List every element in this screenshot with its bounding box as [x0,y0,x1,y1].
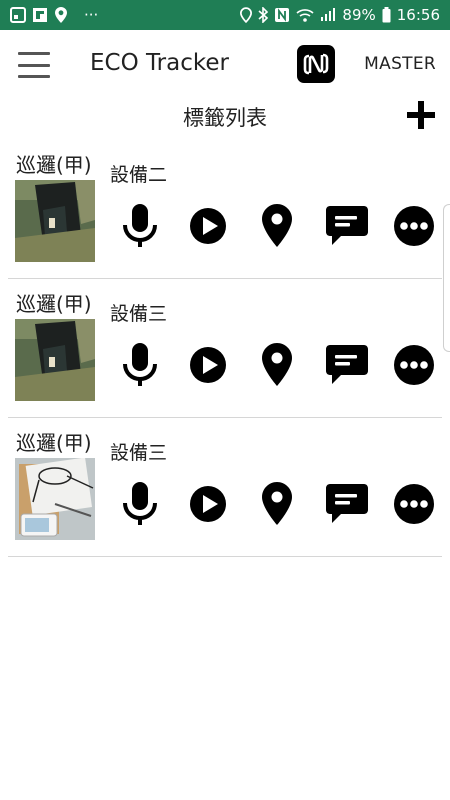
battery-percent: 89% [342,6,376,24]
microphone-icon [123,204,157,247]
location-pin-icon [262,482,292,525]
tag-thumbnail[interactable] [15,180,95,262]
tag-thumbnail[interactable] [15,319,95,401]
comment-icon [326,206,368,245]
status-time: 16:56 [396,6,440,24]
record-button[interactable] [116,480,164,528]
record-button[interactable] [116,202,164,250]
microphone-icon [123,343,157,386]
patrol-label: 巡邏(甲) [16,153,92,177]
play-icon [190,347,226,383]
status-right: 89% 16:56 [240,6,440,24]
play-button[interactable] [184,341,232,389]
wifi-icon [296,8,314,22]
device-name: 設備三 [110,442,168,464]
list-item[interactable]: 巡邏(甲) 設備三 [8,279,442,418]
flipboard-notification-icon [32,7,48,23]
patrol-label: 巡邏(甲) [16,292,92,316]
more-button[interactable] [390,480,438,528]
menu-button[interactable] [18,52,50,78]
list-header: 標籤列表 [0,100,450,134]
location-pin-icon [262,204,292,247]
location-pin-icon [262,343,292,386]
device-name: 設備三 [110,303,168,325]
comment-button[interactable] [323,202,371,250]
microphone-icon [123,482,157,525]
status-bar: ··· 89% 16:56 [0,0,450,30]
nfc-status-icon [274,7,290,23]
status-left: ··· [10,6,98,24]
device-name: 設備二 [110,164,168,186]
more-icon [394,206,434,246]
play-icon [190,208,226,244]
tag-thumbnail[interactable] [15,458,95,540]
tag-list: 巡邏(甲) 設備二 巡邏(甲) 設備三 巡邏(甲) 設備三 [0,140,450,557]
patrol-label: 巡邏(甲) [16,431,92,455]
nfc-icon [297,45,335,83]
location-button[interactable] [253,202,301,250]
action-row [116,341,436,389]
comment-icon [326,345,368,384]
comment-button[interactable] [323,341,371,389]
app-bar: ECO Tracker MASTER [0,30,450,100]
list-title: 標籤列表 [183,106,267,130]
photo-notification-icon [10,7,26,23]
more-button[interactable] [390,202,438,250]
menu-icon-line [18,52,50,55]
location-button[interactable] [253,480,301,528]
more-notifications: ··· [84,6,99,24]
nfc-button[interactable] [296,44,336,84]
action-row [116,480,436,528]
action-row [116,202,436,250]
edge-panel-handle[interactable] [443,204,450,352]
comment-icon [326,484,368,523]
list-item[interactable]: 巡邏(甲) 設備二 [8,140,442,279]
location-button[interactable] [253,341,301,389]
more-button[interactable] [390,341,438,389]
bluetooth-icon [258,7,269,23]
menu-icon-line [18,75,50,78]
record-button[interactable] [116,341,164,389]
menu-icon-line [18,63,50,67]
location-status-icon [240,7,253,23]
comment-button[interactable] [323,480,371,528]
play-icon [190,486,226,522]
signal-icon [320,8,336,22]
more-icon [394,484,434,524]
plus-icon [407,101,435,129]
location-notification-icon [54,6,68,24]
more-icon [394,345,434,385]
play-button[interactable] [184,202,232,250]
app-title: ECO Tracker [90,50,229,76]
play-button[interactable] [184,480,232,528]
master-button[interactable]: MASTER [364,54,436,74]
add-tag-button[interactable] [406,100,436,130]
battery-icon [382,7,391,23]
list-item[interactable]: 巡邏(甲) 設備三 [8,418,442,557]
